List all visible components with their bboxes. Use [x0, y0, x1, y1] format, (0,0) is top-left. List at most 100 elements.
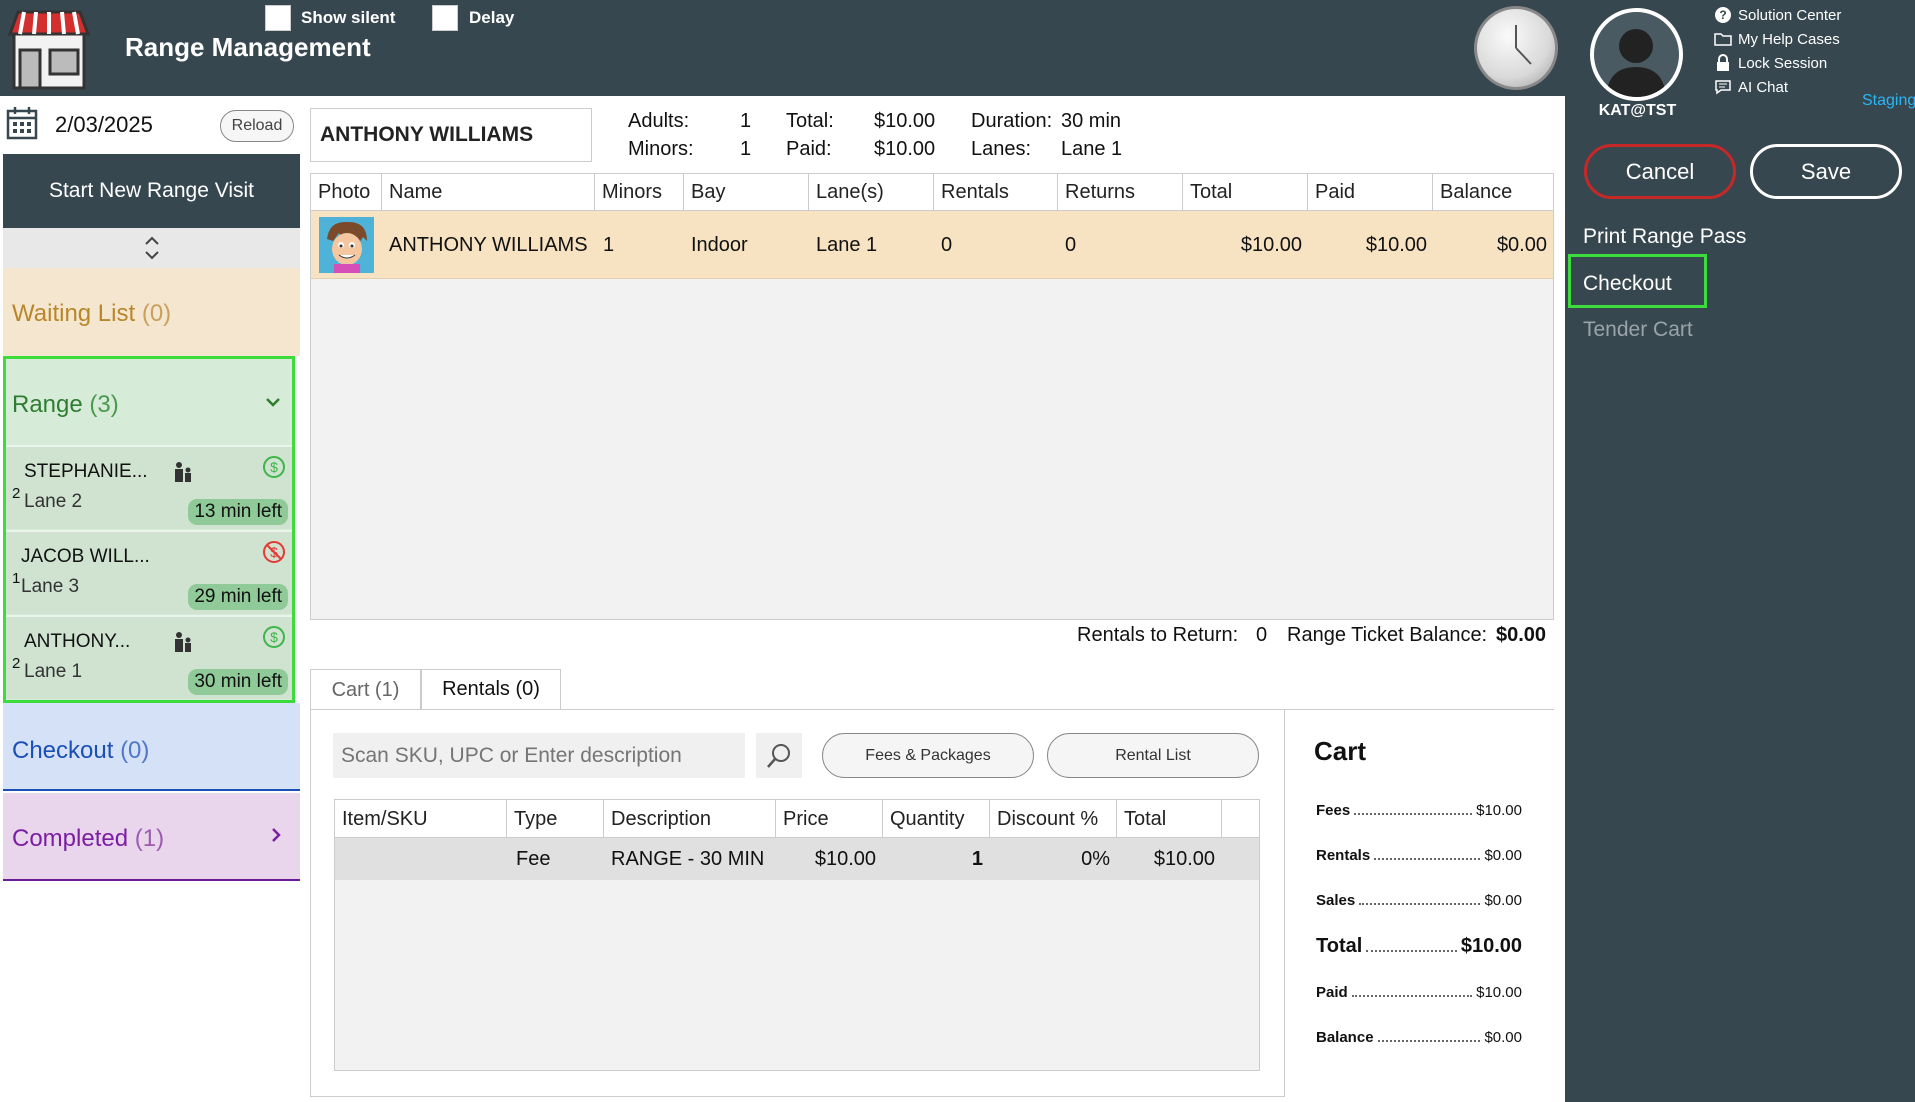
- minors-value: 1: [740, 138, 752, 160]
- completed-section-count: (1): [134, 825, 165, 852]
- checkout-section[interactable]: Checkout (0): [3, 703, 300, 791]
- column-header[interactable]: Lane(s): [809, 174, 934, 211]
- calendar-icon[interactable]: [6, 106, 38, 140]
- app-title: Range Management: [125, 32, 371, 62]
- cancel-button[interactable]: Cancel: [1584, 144, 1736, 199]
- cart-row-discount[interactable]: 0%: [990, 838, 1110, 880]
- column-header[interactable]: Returns: [1058, 174, 1183, 211]
- lock-session-link[interactable]: Lock Session: [1714, 54, 1827, 72]
- reload-button[interactable]: Reload: [220, 110, 294, 142]
- checkout-action[interactable]: Checkout: [1583, 272, 1672, 296]
- search-button[interactable]: [756, 733, 802, 778]
- search-icon: [767, 743, 790, 768]
- duration-label: Duration:: [971, 110, 1053, 132]
- row-bay: Indoor: [691, 233, 748, 256]
- balance-summary-label: Balance: [1316, 1029, 1374, 1046]
- column-header[interactable]: Photo: [311, 174, 382, 211]
- solution-center-link[interactable]: ? Solution Center: [1714, 6, 1841, 24]
- rentals-to-return-value: 0: [1256, 624, 1268, 646]
- column-header[interactable]: Name: [382, 174, 595, 211]
- fees-packages-button[interactable]: Fees & Packages: [822, 733, 1034, 778]
- family-icon: [175, 632, 191, 652]
- visit-table: Photo Name Minors Bay Lane(s) Rentals Re…: [310, 173, 1554, 620]
- my-help-cases-link[interactable]: My Help Cases: [1714, 30, 1840, 48]
- row-balance: $0.00: [1496, 233, 1547, 256]
- rentals-value: $0.00: [1484, 847, 1522, 864]
- show-silent-checkbox[interactable]: [265, 5, 291, 31]
- table-row[interactable]: ANTHONY WILLIAMS 1 Indoor Lane 1 0 0 $10…: [311, 211, 1553, 279]
- sales-value: $0.00: [1484, 892, 1522, 909]
- column-header[interactable]: Description: [604, 800, 776, 838]
- checkout-section-count: (0): [120, 737, 150, 764]
- visit-time-left-badge: 29 min left: [188, 584, 288, 610]
- range-visit-item[interactable]: 1 JACOB WILL... $ Lane 3 29 min left: [6, 530, 292, 614]
- column-header[interactable]: Item/SKU: [335, 800, 507, 838]
- column-header[interactable]: Quantity: [883, 800, 990, 838]
- svg-text:?: ?: [1719, 8, 1726, 22]
- paid-dollar-icon: $: [263, 626, 285, 648]
- column-header[interactable]: Rentals: [934, 174, 1058, 211]
- visit-name: ANTHONY...: [24, 631, 131, 652]
- rentals-to-return-label: Rentals to Return:: [1077, 624, 1239, 646]
- paid-summary-label: Paid: [1316, 984, 1348, 1001]
- ai-chat-link[interactable]: AI Chat: [1714, 78, 1788, 96]
- cart-table: Item/SKU Type Description Price Quantity…: [334, 799, 1260, 1071]
- cart-row-description: RANGE - 30 MIN: [611, 847, 765, 870]
- cart-row-price: $10.00: [814, 847, 876, 870]
- row-name: ANTHONY WILLIAMS: [389, 233, 588, 256]
- date-display[interactable]: 2/03/2025: [55, 112, 153, 138]
- duration-value: 30 min: [1061, 110, 1122, 132]
- column-header[interactable]: Total: [1117, 800, 1222, 838]
- app-root: Range Management Show silent Delay KAT@T…: [0, 0, 1915, 1102]
- row-rentals: 0: [941, 233, 953, 256]
- start-new-range-visit-button[interactable]: Start New Range Visit: [3, 154, 300, 228]
- column-header[interactable]: Balance: [1433, 174, 1555, 211]
- sku-search-input[interactable]: [333, 733, 745, 778]
- checkout-section-label: Checkout: [12, 737, 114, 764]
- show-silent-label: Show silent: [301, 8, 396, 27]
- column-header[interactable]: Total: [1183, 174, 1308, 211]
- family-icon: [175, 462, 191, 482]
- range-header[interactable]: Range (3): [12, 391, 119, 419]
- visit-party-count: 1: [12, 570, 21, 587]
- adults-value: 1: [740, 110, 752, 132]
- column-header[interactable]: Bay: [684, 174, 809, 211]
- range-section: Range (3) 2 STEPHANIE... $ Lane 2 13 min…: [3, 356, 295, 703]
- tab-rentals[interactable]: Rentals (0): [421, 669, 561, 710]
- column-header[interactable]: Minors: [595, 174, 684, 211]
- column-header[interactable]: Paid: [1308, 174, 1433, 211]
- row-lanes: Lane 1: [816, 233, 878, 256]
- tender-cart-action[interactable]: Tender Cart: [1583, 318, 1693, 342]
- range-label: Range: [12, 391, 83, 418]
- cart-balance-row: Balance $0.00: [1316, 1029, 1522, 1046]
- range-visit-item[interactable]: 2 ANTHONY... $ Lane 1 30 min left: [6, 615, 292, 699]
- fees-value: $10.00: [1476, 802, 1522, 819]
- range-ticket-balance-value: $0.00: [1496, 624, 1547, 646]
- environment-label: Staging: [1862, 92, 1915, 109]
- range-visit-item[interactable]: 2 STEPHANIE... $ Lane 2 13 min left: [6, 445, 292, 529]
- visit-name: STEPHANIE...: [24, 461, 148, 482]
- completed-section[interactable]: Completed (1): [3, 793, 300, 881]
- column-header[interactable]: Discount %: [990, 800, 1117, 838]
- print-range-pass-action[interactable]: Print Range Pass: [1583, 225, 1746, 249]
- column-header[interactable]: Type: [507, 800, 604, 838]
- delay-checkbox[interactable]: [432, 5, 458, 31]
- rental-list-button[interactable]: Rental List: [1047, 733, 1259, 778]
- cart-row-quantity[interactable]: 1: [883, 838, 983, 880]
- collapse-expand-toggle[interactable]: [3, 228, 300, 268]
- save-button[interactable]: Save: [1750, 144, 1902, 199]
- table-row[interactable]: Fee RANGE - 30 MIN $10.00 1 0% $10.00: [335, 838, 1259, 880]
- tab-cart[interactable]: Cart (1): [310, 669, 421, 710]
- column-header[interactable]: Price: [776, 800, 883, 838]
- chevron-up-down-icon: [144, 236, 159, 260]
- visit-table-header: Photo Name Minors Bay Lane(s) Rentals Re…: [311, 174, 1553, 211]
- lock-icon: [1714, 54, 1732, 72]
- rentals-label: Rentals: [1316, 847, 1371, 864]
- ai-chat-label: AI Chat: [1738, 78, 1789, 96]
- user-avatar[interactable]: [1590, 8, 1683, 101]
- chevron-right-icon[interactable]: [270, 823, 282, 851]
- chevron-down-icon[interactable]: [264, 391, 282, 414]
- range-count: (3): [89, 391, 119, 418]
- range-ticket-balance-label: Range Ticket Balance:: [1287, 624, 1488, 646]
- waiting-list-section[interactable]: Waiting List (0): [3, 268, 300, 356]
